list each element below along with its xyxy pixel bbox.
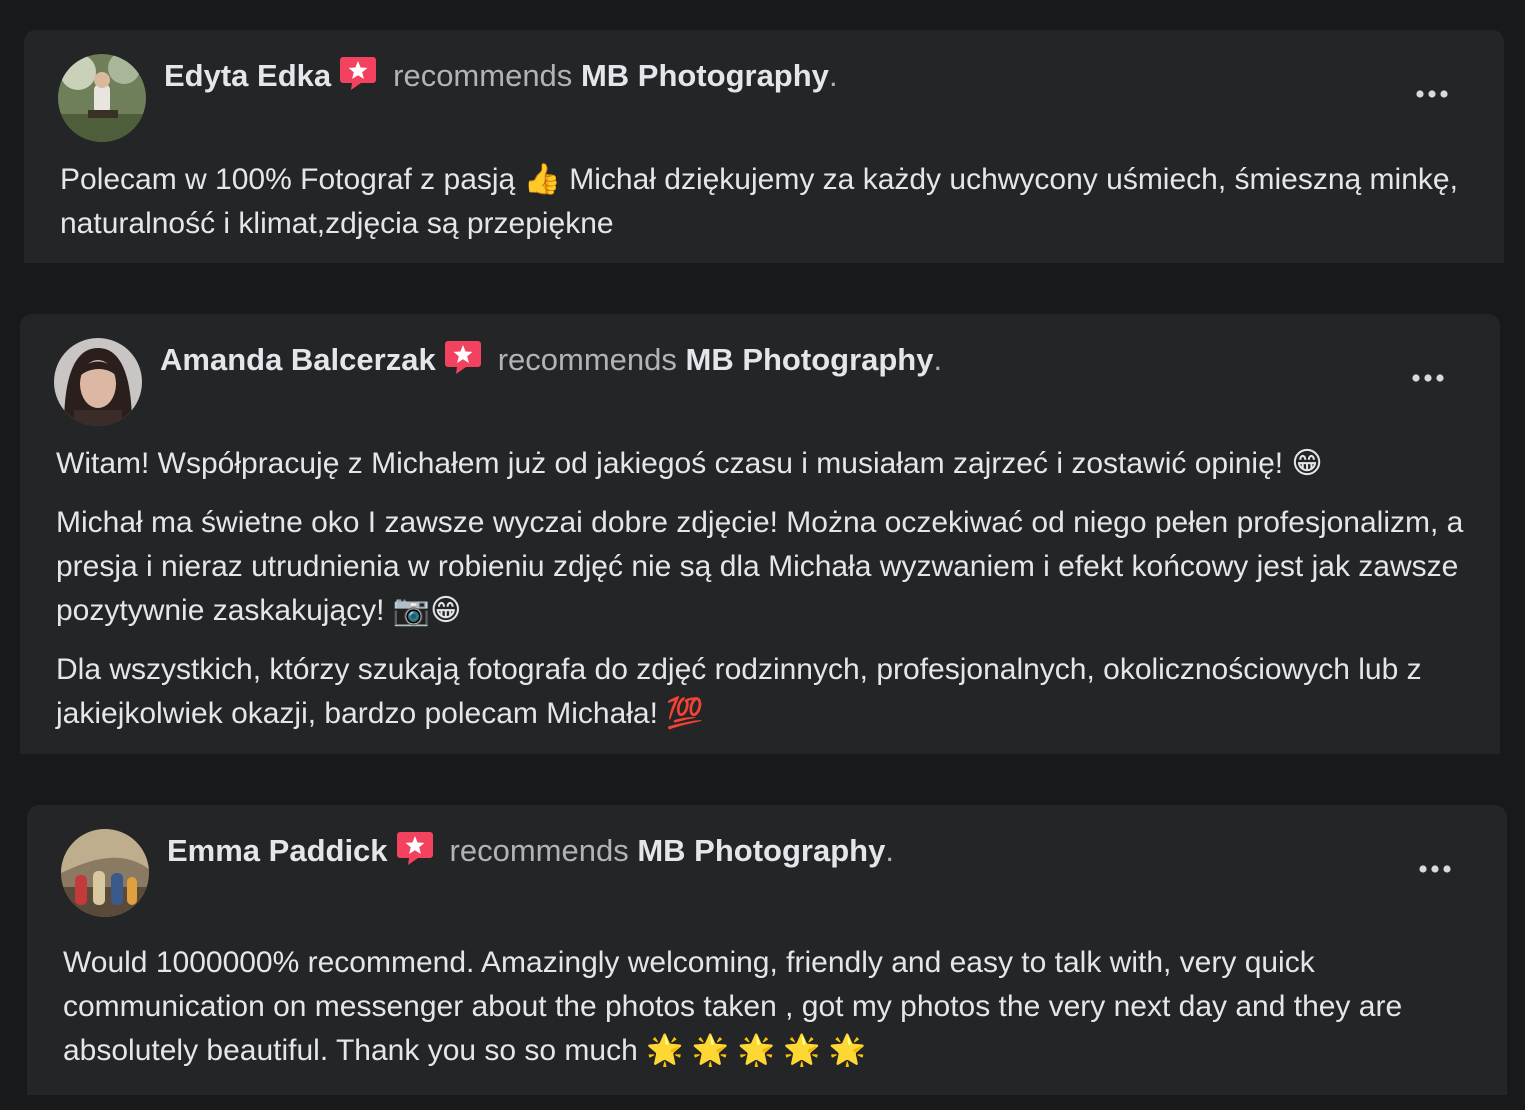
recommends-label: recommends [393,58,573,93]
more-options-button[interactable] [1406,362,1450,394]
author-name[interactable]: Emma Paddick [167,833,388,868]
review-card: Emma Paddick recommends MB Photography. … [27,805,1507,1095]
page-name-link[interactable]: MB Photography [686,342,934,377]
avatar-photo [58,54,146,142]
page-name-link[interactable]: MB Photography [581,58,829,93]
author-name[interactable]: Edyta Edka [164,58,331,93]
review-header: Edyta Edka recommends MB Photography. [164,54,838,98]
review-paragraph: Would 1000000% recommend. Amazingly welc… [63,946,1403,1067]
period: . [885,833,894,868]
review-paragraph: Polecam w 100% Fotograf z pasją 👍 Michał… [60,163,1458,240]
recommendation-badge-icon [340,57,377,90]
avatar[interactable] [54,338,142,426]
review-card: Edyta Edka recommends MB Photography. Po… [24,30,1504,263]
review-text: Would 1000000% recommend. Amazingly welc… [63,941,1471,1073]
avatar[interactable] [58,54,146,142]
review-paragraph: Dla wszystkich, którzy szukają fotografa… [56,653,1422,730]
period: . [828,58,838,93]
more-options-icon [1416,90,1448,98]
more-options-icon [1412,374,1444,382]
period: . [933,342,943,377]
review-paragraph: Witam! Współpracuję z Michałem już od ja… [56,447,1323,480]
more-options-button[interactable] [1410,78,1454,110]
recommendation-badge-icon [444,341,481,374]
avatar[interactable] [61,829,149,917]
review-paragraph: Michał ma świetne oko I zawsze wyczai do… [56,506,1464,627]
recommendation-badge-icon [396,832,433,865]
recommends-label: recommends [497,342,677,377]
review-header: Emma Paddick recommends MB Photography. [167,829,894,873]
review-card: Amanda Balcerzak recommends MB Photograp… [20,314,1500,754]
more-options-icon [1419,865,1451,873]
review-header: Amanda Balcerzak recommends MB Photograp… [160,338,942,382]
review-text: Polecam w 100% Fotograf z pasją 👍 Michał… [60,158,1468,246]
avatar-photo [54,338,142,426]
review-text: Witam! Współpracuję z Michałem już od ja… [56,442,1464,736]
author-name[interactable]: Amanda Balcerzak [160,342,436,377]
page-name-link[interactable]: MB Photography [637,833,885,868]
more-options-button[interactable] [1413,853,1457,885]
recommends-label: recommends [449,833,629,868]
avatar-photo [61,829,149,917]
